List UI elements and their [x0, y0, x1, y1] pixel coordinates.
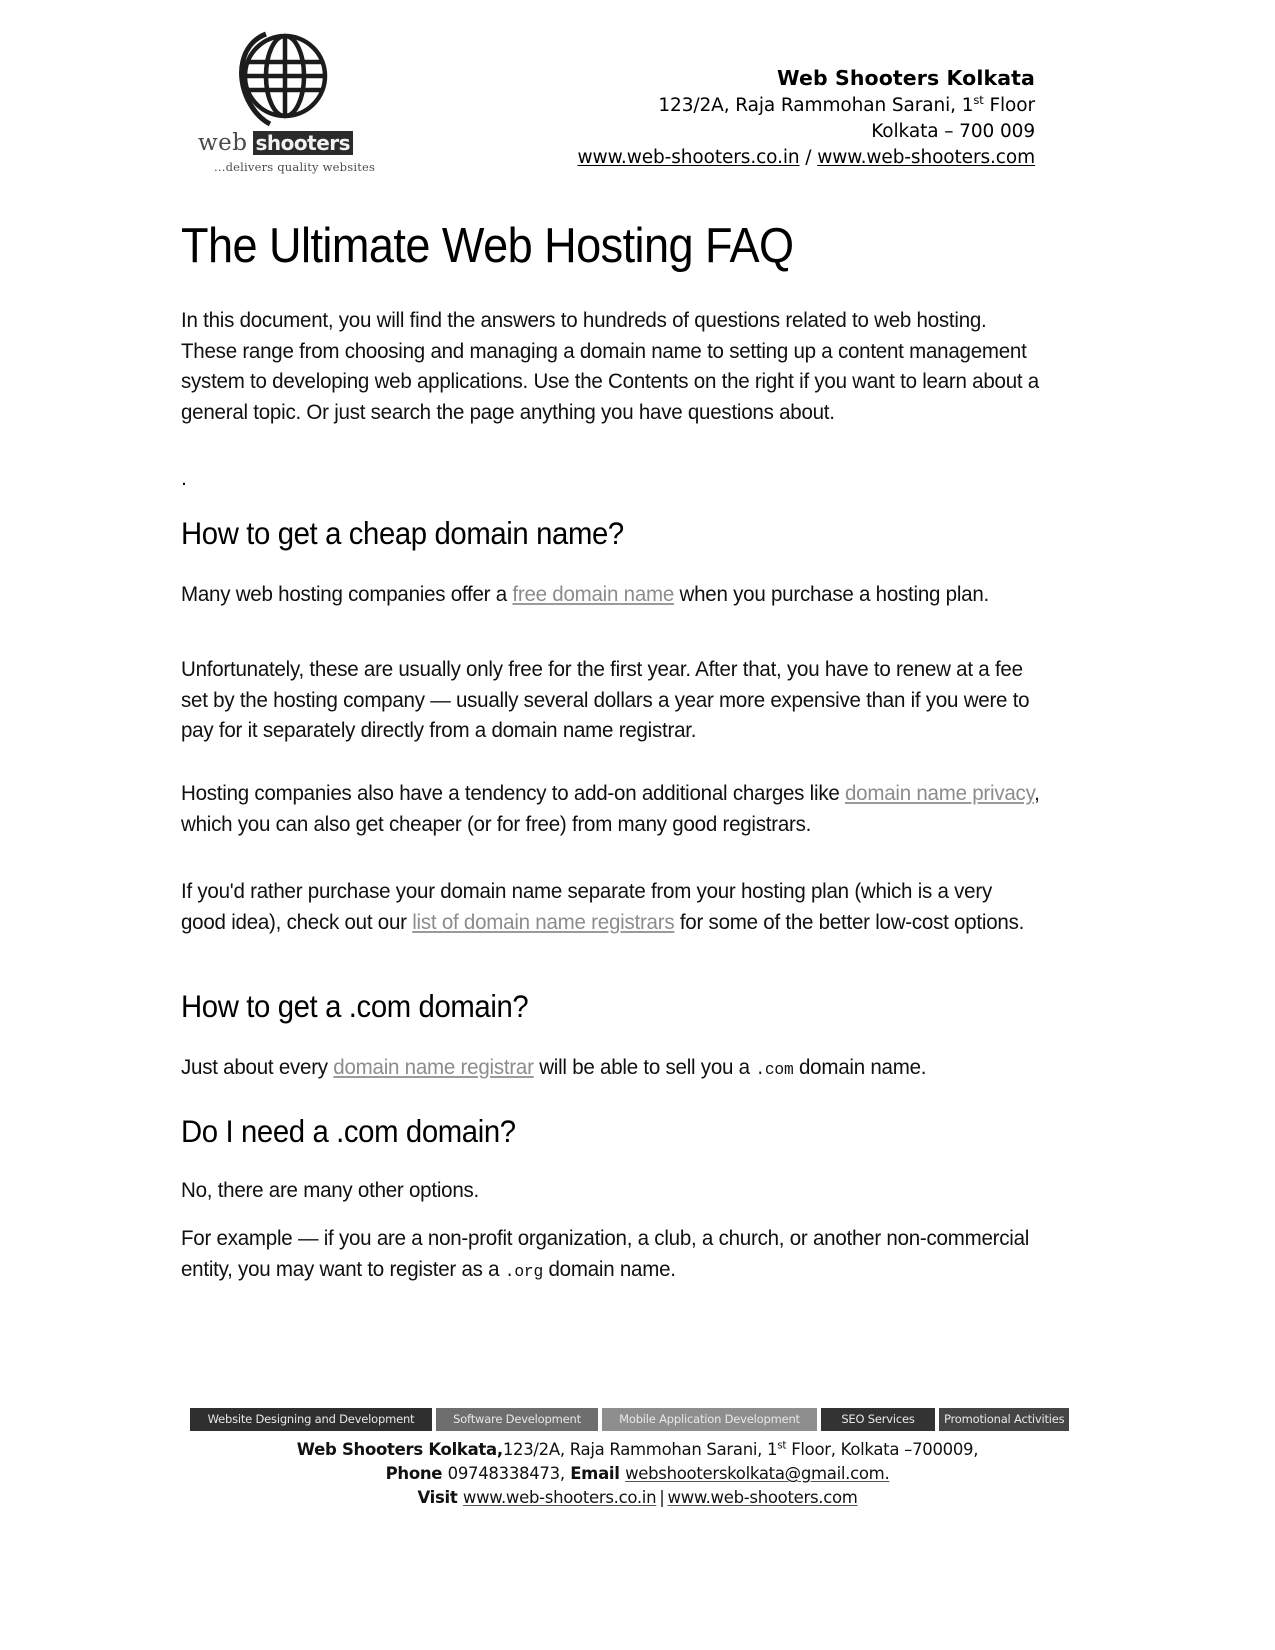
link-list-of-registrars[interactable]: list of domain name registrars [412, 910, 674, 934]
text-fragment: when you purchase a hosting plan. [674, 582, 990, 606]
paragraph-addon-charges: Hosting companies also have a tendency t… [181, 778, 1041, 839]
footer-visit-link-1[interactable]: www.web-shooters.co.in [463, 1488, 657, 1507]
company-name: Web Shooters Kolkata [776, 66, 1035, 90]
logo-word-web: web [198, 130, 248, 156]
text-fragment: Just about every [181, 1055, 334, 1079]
company-logo: web shooters ...delivers quality websites [198, 22, 375, 182]
services-badge-bar: Website Designing and Development Softwa… [190, 1408, 1070, 1431]
footer-company-name: Web Shooters Kolkata, [296, 1440, 503, 1459]
paragraph-renewal-fees: Unfortunately, these are usually only fr… [181, 657, 1030, 743]
service-badge-mobile-application: Mobile Application Development [602, 1408, 817, 1431]
link-domain-name-registrar[interactable]: domain name registrar [333, 1055, 534, 1079]
document-content: The Ultimate Web Hosting FAQ In this doc… [181, 218, 1041, 1282]
address-floor: Floor [983, 95, 1035, 117]
letterhead: web shooters ...delivers quality websites… [0, 22, 1275, 187]
footer-address-street: 123/2A, Raja Rammohan Sarani, 1 [502, 1440, 778, 1459]
section-heading-need-com-domain: Do I need a .com domain? [181, 1113, 516, 1149]
footer-visit-line: Visit www.web-shooters.co.in | www.web-sho… [0, 1486, 1275, 1510]
paragraph-every-registrar: Just about every domain name registrar w… [181, 1052, 1041, 1083]
text-fragment: will be able to sell you a [533, 1055, 756, 1079]
address-street: 123/2A, Raja Rammohan Sarani, 1 [658, 95, 974, 117]
company-city: Kolkata – 700 009 [871, 120, 1035, 142]
service-badge-website-designing: Website Designing and Development [190, 1408, 432, 1431]
footer-address-line: Web Shooters Kolkata,123/2A, Raja Rammoh… [0, 1438, 1275, 1462]
footer-phone-label: Phone [385, 1463, 448, 1483]
text-fragment: Hosting companies also have a tendency t… [181, 781, 845, 805]
paragraph-free-domain: Many web hosting companies offer a free … [181, 579, 1041, 610]
footer-email-value[interactable]: webshooterskolkata@gmail.com. [625, 1464, 890, 1483]
footer-email-label: Email [564, 1463, 626, 1483]
footer-phone-email-line: Phone 09748338473, Email webshooterskolk… [0, 1462, 1275, 1486]
intro-paragraph: In this document, you will find the answ… [181, 308, 1039, 425]
text-fragment: Many web hosting companies offer a [181, 582, 513, 606]
paragraph-separate-purchase: If you'd rather purchase your domain nam… [181, 876, 1041, 937]
company-address: 123/2A, Raja Rammohan Sarani, 1st Floor [480, 93, 1035, 119]
logo-word-shooters: shooters [252, 131, 354, 155]
company-websites: www.web-shooters.co.in / www.web-shooter… [480, 145, 1036, 171]
text-fragment: domain name. [543, 1256, 676, 1281]
footer-address-city: Floor, Kolkata –700009, [786, 1440, 979, 1459]
page-title: The Ultimate Web Hosting FAQ [181, 219, 794, 273]
paragraph-org-example: For example — if you are a non-profit or… [181, 1223, 1041, 1285]
website-link-1[interactable]: www.web-shooters.co.in [578, 147, 800, 168]
globe-icon [226, 26, 328, 130]
link-free-domain-name[interactable]: free domain name [512, 582, 674, 606]
link-domain-name-privacy[interactable]: domain name privacy [845, 781, 1034, 805]
service-badge-promotional-activities: Promotional Activities [939, 1408, 1070, 1431]
service-badge-software-development: Software Development [436, 1408, 598, 1431]
address-ordinal: st [973, 93, 984, 108]
logo-wordmark: web shooters [198, 130, 373, 160]
code-com-tld: .com [755, 1061, 794, 1080]
footer-visit-label: Visit [417, 1487, 463, 1507]
text-fragment: domain name. [793, 1055, 927, 1079]
section-heading-get-com-domain: How to get a .com domain? [181, 988, 529, 1024]
letterhead-contact-block: Web Shooters Kolkata 123/2A, Raja Rammoh… [480, 64, 1036, 171]
text-fragment: for some of the better low-cost options. [674, 909, 1025, 934]
logo-tagline: ...delivers quality websites [214, 160, 376, 174]
service-badge-seo-services: SEO Services [821, 1408, 935, 1431]
footer-address-ordinal: st [777, 1439, 787, 1452]
code-org-tld: .org [504, 1262, 544, 1282]
footer-visit-divider: | [659, 1487, 665, 1507]
spacer-dot: . [181, 466, 187, 490]
website-divider: / [799, 147, 818, 169]
footer-phone-value: 09748338473, [447, 1463, 565, 1483]
footer-visit-link-2[interactable]: www.web-shooters.com [668, 1488, 858, 1507]
section-heading-cheap-domain: How to get a cheap domain name? [181, 515, 624, 551]
paragraph-other-options: No, there are many other options. [181, 1178, 480, 1202]
website-link-2[interactable]: www.web-shooters.com [817, 147, 1035, 168]
footer-contact-block: Web Shooters Kolkata,123/2A, Raja Rammoh… [0, 1438, 1275, 1509]
document-page: web shooters ...delivers quality websites… [0, 0, 1275, 1650]
